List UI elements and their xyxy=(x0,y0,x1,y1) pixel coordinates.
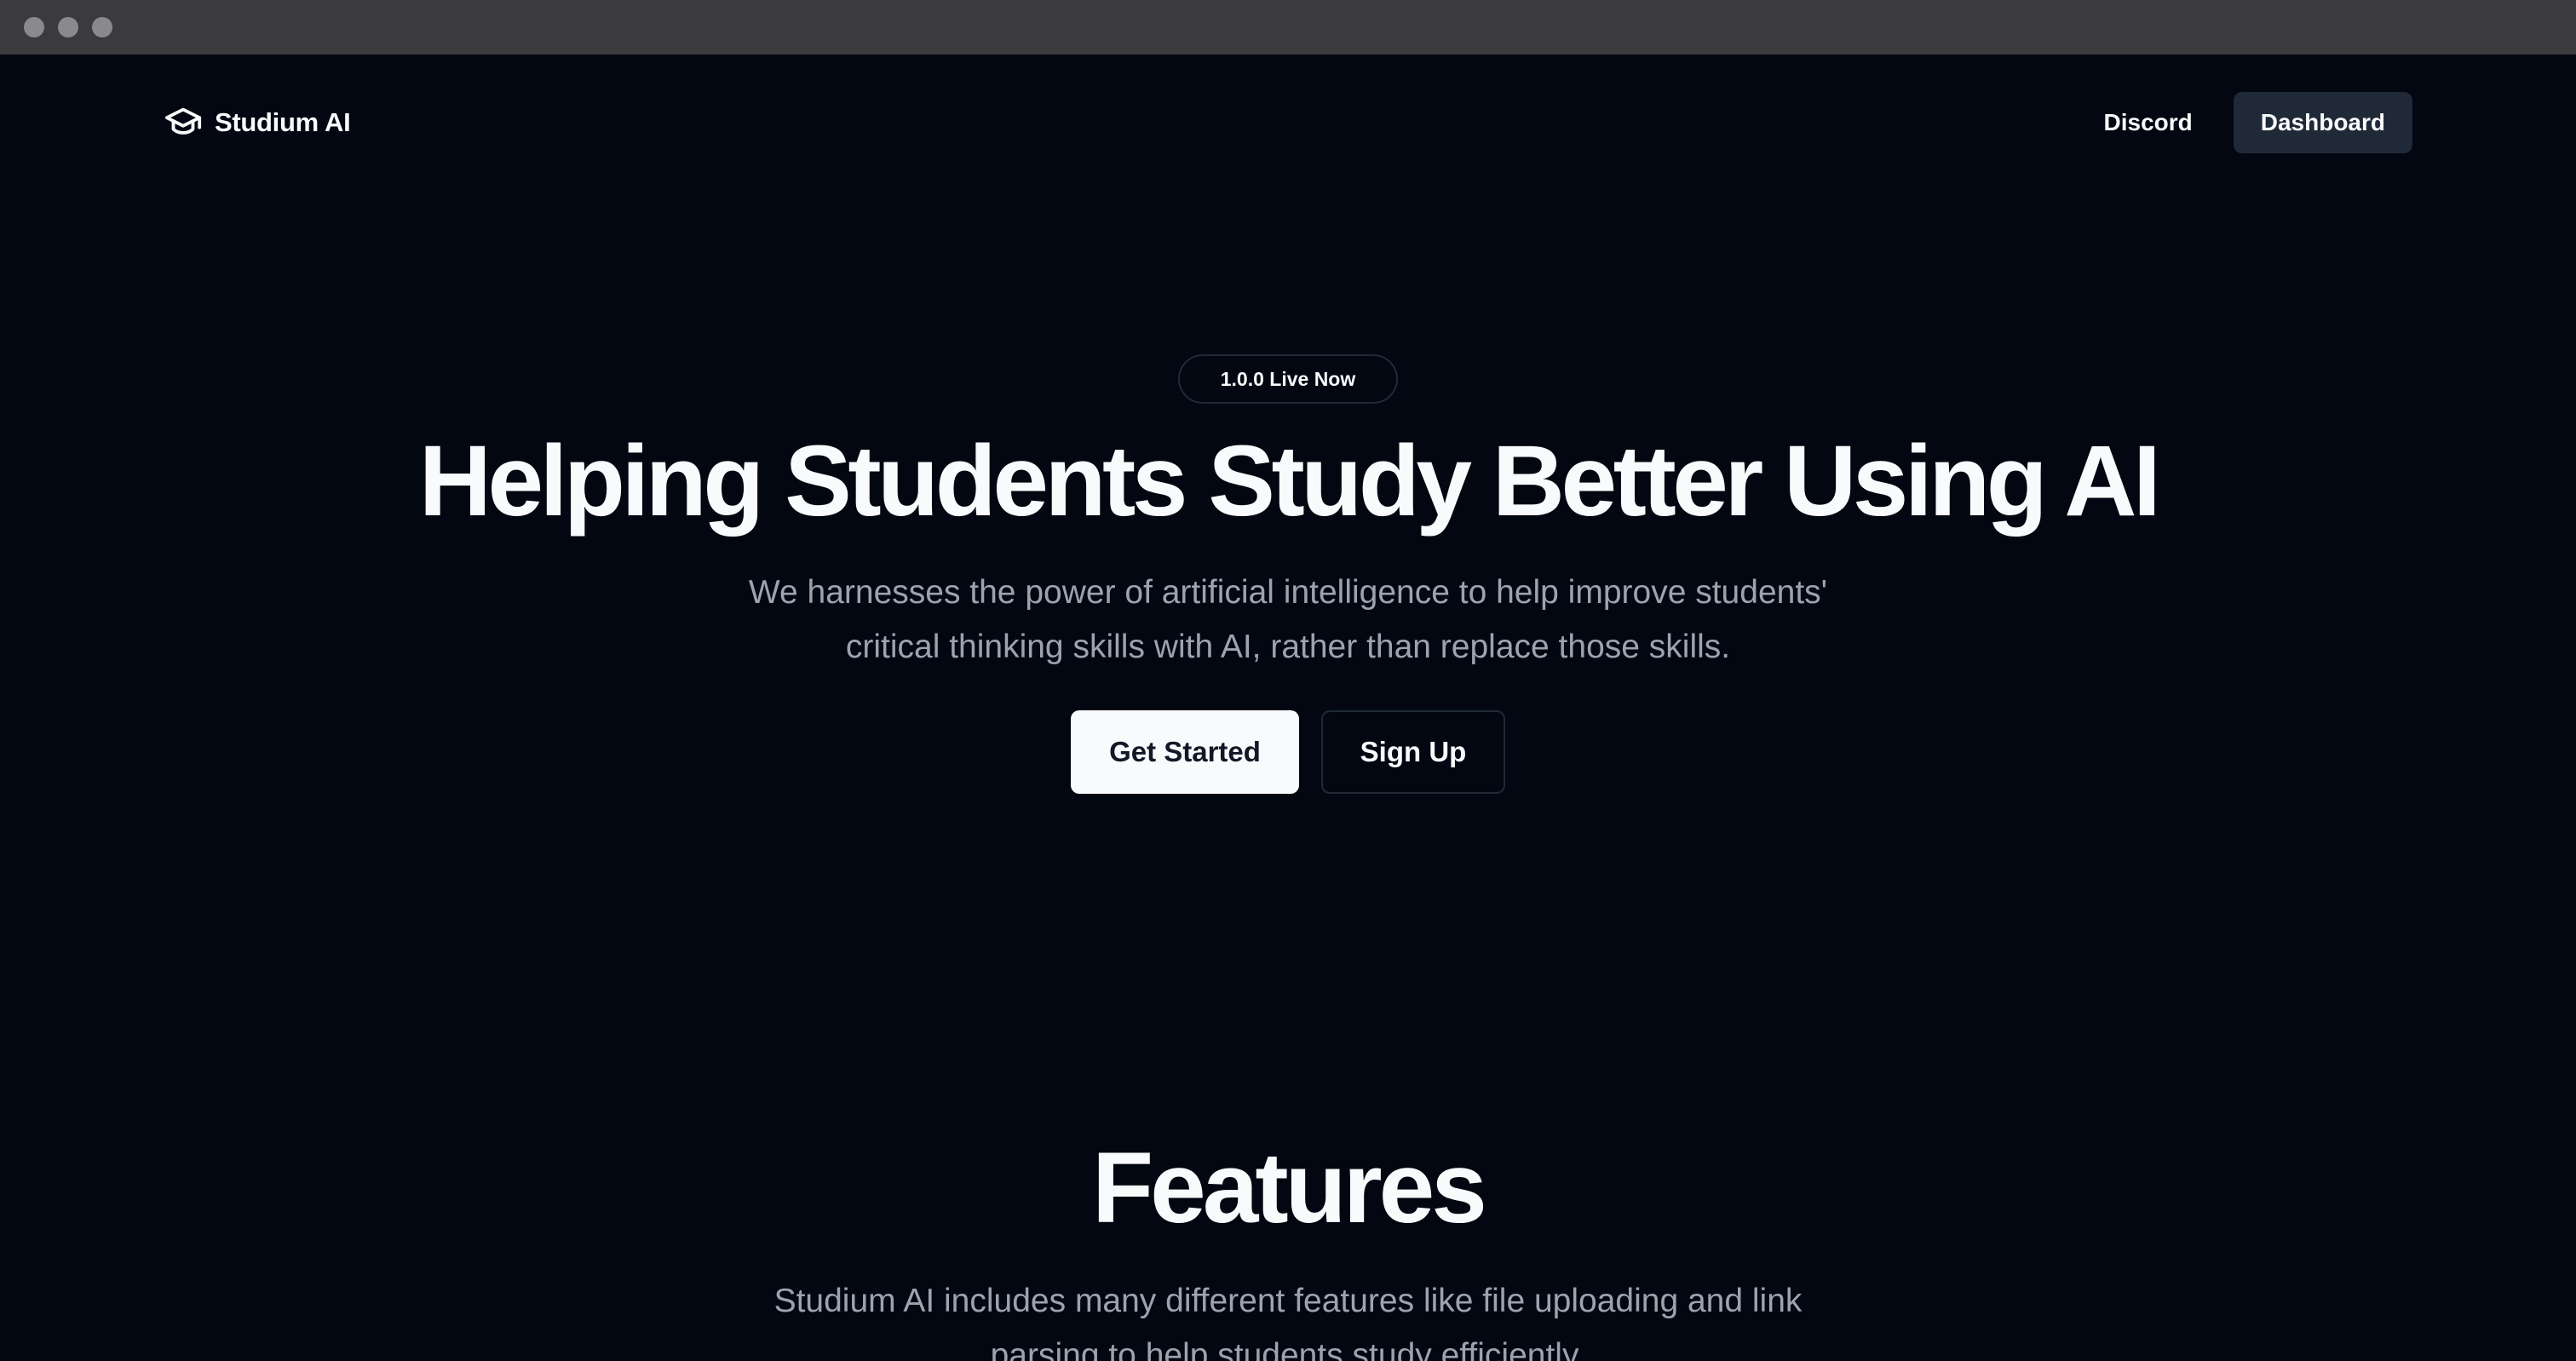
hero-title: Helping Students Study Better Using AI xyxy=(418,425,2161,537)
hero-section: 1.0.0 Live Now Helping Students Study Be… xyxy=(0,354,2576,794)
hero-subtitle: We harnesses the power of artificial int… xyxy=(748,574,1828,665)
page: Studium AI Discord Dashboard 1.0.0 Live … xyxy=(0,55,2576,1361)
features-section: Features Studium AI includes many differ… xyxy=(0,1138,2576,1361)
dashboard-button[interactable]: Dashboard xyxy=(2233,92,2412,153)
discord-link[interactable]: Discord xyxy=(2104,109,2193,136)
top-nav: Studium AI Discord Dashboard xyxy=(164,92,2412,153)
cta-row: Get Started Sign Up xyxy=(0,710,2576,794)
window-titlebar xyxy=(0,0,2576,55)
release-badge[interactable]: 1.0.0 Live Now xyxy=(1177,354,1399,404)
brand-name: Studium AI xyxy=(215,107,351,137)
graduation-cap-icon xyxy=(164,101,203,145)
sign-up-button[interactable]: Sign Up xyxy=(1321,710,1505,794)
features-title: Features xyxy=(1092,1132,1487,1244)
window-close-button[interactable] xyxy=(24,17,44,37)
features-subtitle: Studium AI includes many different featu… xyxy=(773,1283,1803,1361)
nav-actions: Discord Dashboard xyxy=(2104,92,2412,153)
window-maximize-button[interactable] xyxy=(92,17,112,37)
get-started-button[interactable]: Get Started xyxy=(1071,710,1299,794)
window-minimize-button[interactable] xyxy=(58,17,78,37)
brand-link[interactable]: Studium AI xyxy=(164,101,351,145)
